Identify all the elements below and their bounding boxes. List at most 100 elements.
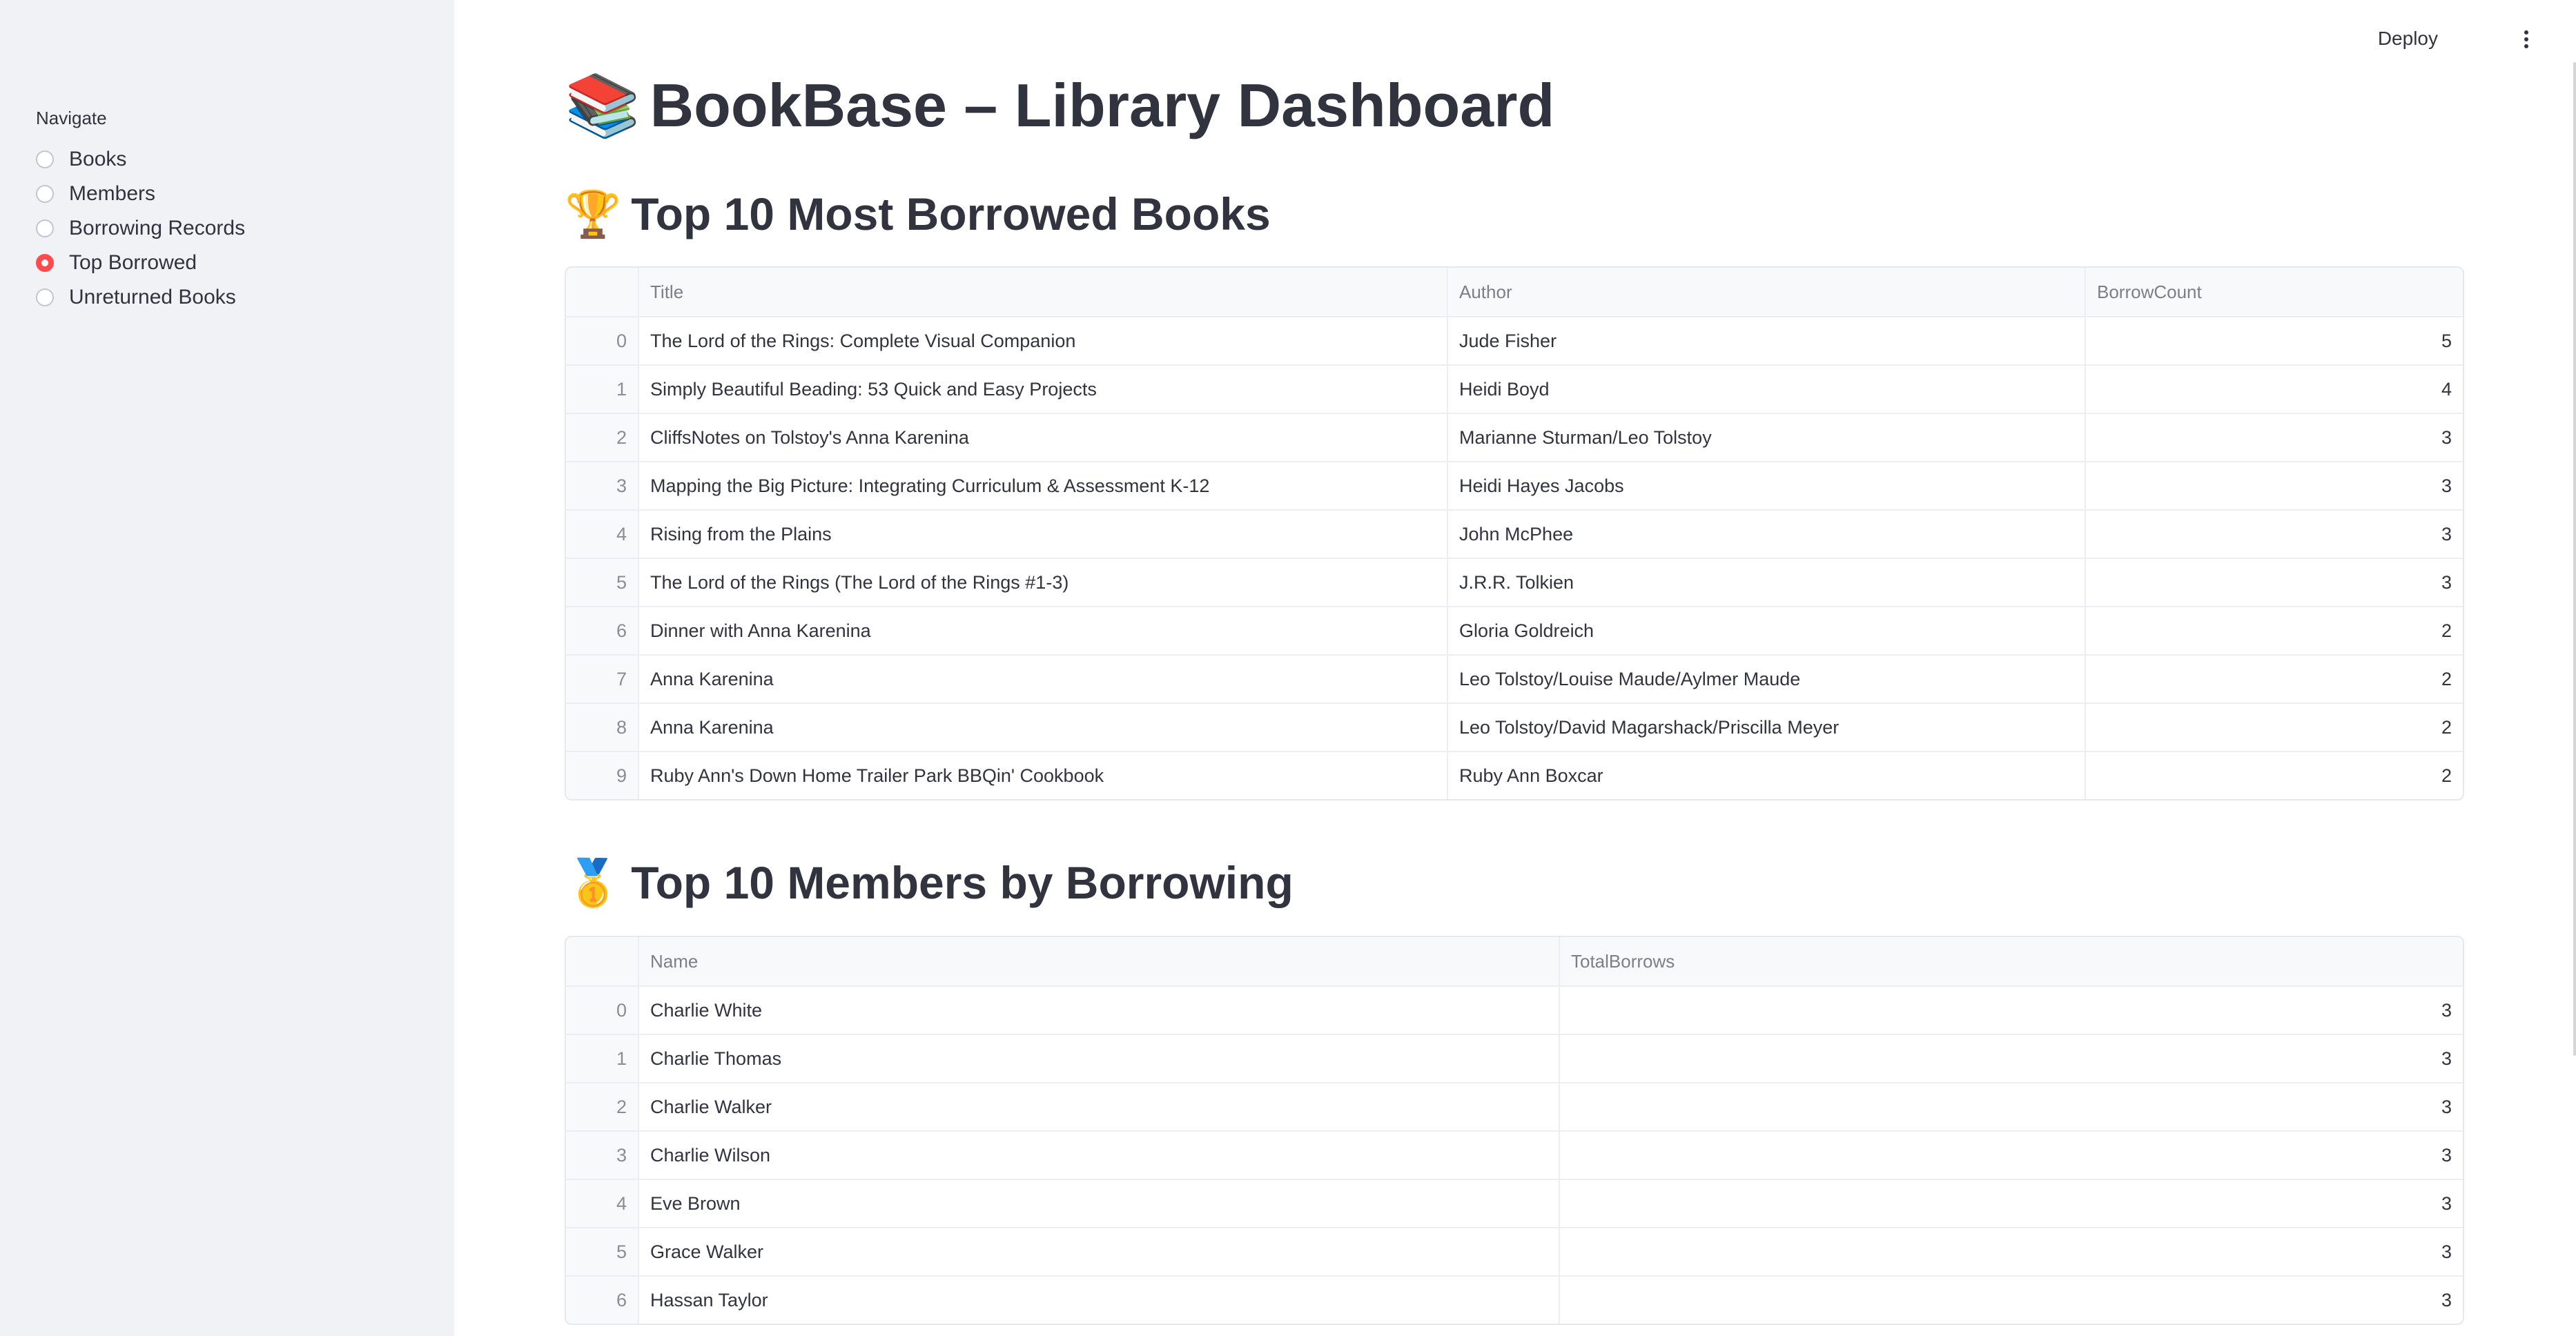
table-row[interactable]: 6 Hassan Taylor 3 <box>566 1275 2463 1324</box>
nav-item-label: Borrowing Records <box>69 217 246 239</box>
totalborrows-cell[interactable]: 3 <box>1559 1228 2463 1275</box>
nav-item-books[interactable]: Books <box>36 142 245 177</box>
table-row[interactable]: 4 Eve Brown 3 <box>566 1179 2463 1227</box>
title-cell[interactable]: The Lord of the Rings: Complete Visual C… <box>638 317 1447 364</box>
nav-item-borrowing-records[interactable]: Borrowing Records <box>36 211 245 246</box>
table-row[interactable]: 6 Dinner with Anna Karenina Gloria Goldrei… <box>566 606 2463 654</box>
top-books-table[interactable]: Title Author BorrowCount 0 The Lord of th… <box>565 266 2464 800</box>
table-row[interactable]: 1 Charlie Thomas 3 <box>566 1034 2463 1082</box>
table-row[interactable]: 0 Charlie White 3 <box>566 985 2463 1034</box>
totalborrows-cell[interactable]: 3 <box>1559 987 2463 1034</box>
author-cell[interactable]: Leo Tolstoy/Louise Maude/Aylmer Maude <box>1447 656 2085 703</box>
author-cell[interactable]: Ruby Ann Boxcar <box>1447 752 2085 799</box>
totalborrows-cell[interactable]: 3 <box>1559 1277 2463 1324</box>
borrowcount-cell[interactable]: 2 <box>2085 704 2463 751</box>
radio-icon[interactable] <box>36 219 54 237</box>
kebab-menu-icon[interactable] <box>2518 28 2535 55</box>
nav-item-label: Members <box>69 182 156 205</box>
nav-item-label: Unreturned Books <box>69 286 236 308</box>
medal-emoji-icon: 🥇 <box>565 857 622 908</box>
scrollbar[interactable] <box>2573 62 2576 1056</box>
title-cell[interactable]: Mapping the Big Picture: Integrating Cur… <box>638 462 1447 509</box>
table-row[interactable]: 2 Charlie Walker 3 <box>566 1082 2463 1130</box>
author-cell[interactable]: Heidi Boyd <box>1447 366 2085 413</box>
nav-item-unreturned-books[interactable]: Unreturned Books <box>36 280 245 315</box>
author-cell[interactable]: Marianne Sturman/Leo Tolstoy <box>1447 414 2085 461</box>
author-header[interactable]: Author <box>1447 268 2085 316</box>
borrowcount-cell[interactable]: 4 <box>2085 366 2463 413</box>
row-index: 5 <box>566 1228 638 1275</box>
table-row[interactable]: 2 CliffsNotes on Tolstoy's Anna Karenina M… <box>566 413 2463 461</box>
borrowcount-header[interactable]: BorrowCount <box>2085 268 2463 316</box>
radio-icon[interactable] <box>36 288 54 306</box>
books-section-title-text: Top 10 Most Borrowed Books <box>631 188 1271 239</box>
nav-item-top-borrowed[interactable]: Top Borrowed <box>36 246 245 280</box>
title-cell[interactable]: Anna Karenina <box>638 704 1447 751</box>
name-cell[interactable]: Charlie Walker <box>638 1083 1559 1130</box>
title-cell[interactable]: Simply Beautiful Beading: 53 Quick and E… <box>638 366 1447 413</box>
name-cell[interactable]: Charlie Wilson <box>638 1132 1559 1179</box>
index-header <box>566 937 638 985</box>
nav-radio-group: Books Members Borrowing Records Top Borr… <box>36 142 245 315</box>
members-section-title: 🥇 Top 10 Members by Borrowing <box>565 848 1294 917</box>
table-row[interactable]: 5 Grace Walker 3 <box>566 1227 2463 1275</box>
top-members-table[interactable]: Name TotalBorrows 0 Charlie White 3 1 Charli… <box>565 936 2464 1325</box>
nav-item-members[interactable]: Members <box>36 177 245 211</box>
totalborrows-header[interactable]: TotalBorrows <box>1559 937 2463 985</box>
table-row[interactable]: 7 Anna Karenina Leo Tolstoy/Louise Maude/A… <box>566 654 2463 703</box>
borrowcount-cell[interactable]: 3 <box>2085 511 2463 558</box>
borrowcount-cell[interactable]: 3 <box>2085 462 2463 509</box>
author-cell[interactable]: Gloria Goldreich <box>1447 607 2085 654</box>
author-cell[interactable]: J.R.R. Tolkien <box>1447 559 2085 606</box>
row-index: 2 <box>566 414 638 461</box>
deploy-button[interactable]: Deploy <box>2378 28 2438 50</box>
row-index: 4 <box>566 1180 638 1227</box>
page-title-text: BookBase – Library Dashboard <box>650 71 1555 139</box>
totalborrows-cell[interactable]: 3 <box>1559 1083 2463 1130</box>
members-section-title-text: Top 10 Members by Borrowing <box>631 857 1294 908</box>
title-cell[interactable]: Ruby Ann's Down Home Trailer Park BBQin'… <box>638 752 1447 799</box>
row-index: 3 <box>566 462 638 509</box>
author-cell[interactable]: Heidi Hayes Jacobs <box>1447 462 2085 509</box>
table-row[interactable]: 0 The Lord of the Rings: Complete Visual … <box>566 316 2463 364</box>
table-row[interactable]: 9 Ruby Ann's Down Home Trailer Park BBQin… <box>566 751 2463 799</box>
title-cell[interactable]: The Lord of the Rings (The Lord of the R… <box>638 559 1447 606</box>
totalborrows-cell[interactable]: 3 <box>1559 1180 2463 1227</box>
borrowcount-cell[interactable]: 3 <box>2085 559 2463 606</box>
title-cell[interactable]: Dinner with Anna Karenina <box>638 607 1447 654</box>
row-index: 3 <box>566 1132 638 1179</box>
totalborrows-cell[interactable]: 3 <box>1559 1132 2463 1179</box>
table-row[interactable]: 8 Anna Karenina Leo Tolstoy/David Magarsha… <box>566 703 2463 751</box>
borrowcount-cell[interactable]: 2 <box>2085 752 2463 799</box>
table-row[interactable]: 4 Rising from the Plains John McPhee 3 <box>566 509 2463 558</box>
table-row[interactable]: 3 Mapping the Big Picture: Integrating Cu… <box>566 461 2463 509</box>
name-cell[interactable]: Hassan Taylor <box>638 1277 1559 1324</box>
totalborrows-cell[interactable]: 3 <box>1559 1035 2463 1082</box>
title-cell[interactable]: Rising from the Plains <box>638 511 1447 558</box>
name-cell[interactable]: Charlie White <box>638 987 1559 1034</box>
row-index: 6 <box>566 1277 638 1324</box>
name-cell[interactable]: Eve Brown <box>638 1180 1559 1227</box>
table-row[interactable]: 5 The Lord of the Rings (The Lord of the … <box>566 558 2463 606</box>
table-row[interactable]: 1 Simply Beautiful Beading: 53 Quick and … <box>566 364 2463 413</box>
title-header[interactable]: Title <box>638 268 1447 316</box>
name-header[interactable]: Name <box>638 937 1559 985</box>
borrowcount-cell[interactable]: 2 <box>2085 656 2463 703</box>
row-index: 5 <box>566 559 638 606</box>
title-cell[interactable]: CliffsNotes on Tolstoy's Anna Karenina <box>638 414 1447 461</box>
borrowcount-cell[interactable]: 2 <box>2085 607 2463 654</box>
trophy-emoji-icon: 🏆 <box>565 188 622 239</box>
borrowcount-cell[interactable]: 3 <box>2085 414 2463 461</box>
name-cell[interactable]: Charlie Thomas <box>638 1035 1559 1082</box>
radio-icon[interactable] <box>36 185 54 203</box>
author-cell[interactable]: Leo Tolstoy/David Magarshack/Priscilla M… <box>1447 704 2085 751</box>
title-cell[interactable]: Anna Karenina <box>638 656 1447 703</box>
radio-selected-icon[interactable] <box>36 254 54 272</box>
radio-icon[interactable] <box>36 150 54 168</box>
nav-item-label: Books <box>69 148 127 170</box>
author-cell[interactable]: Jude Fisher <box>1447 317 2085 364</box>
author-cell[interactable]: John McPhee <box>1447 511 2085 558</box>
borrowcount-cell[interactable]: 5 <box>2085 317 2463 364</box>
table-row[interactable]: 3 Charlie Wilson 3 <box>566 1130 2463 1179</box>
name-cell[interactable]: Grace Walker <box>638 1228 1559 1275</box>
